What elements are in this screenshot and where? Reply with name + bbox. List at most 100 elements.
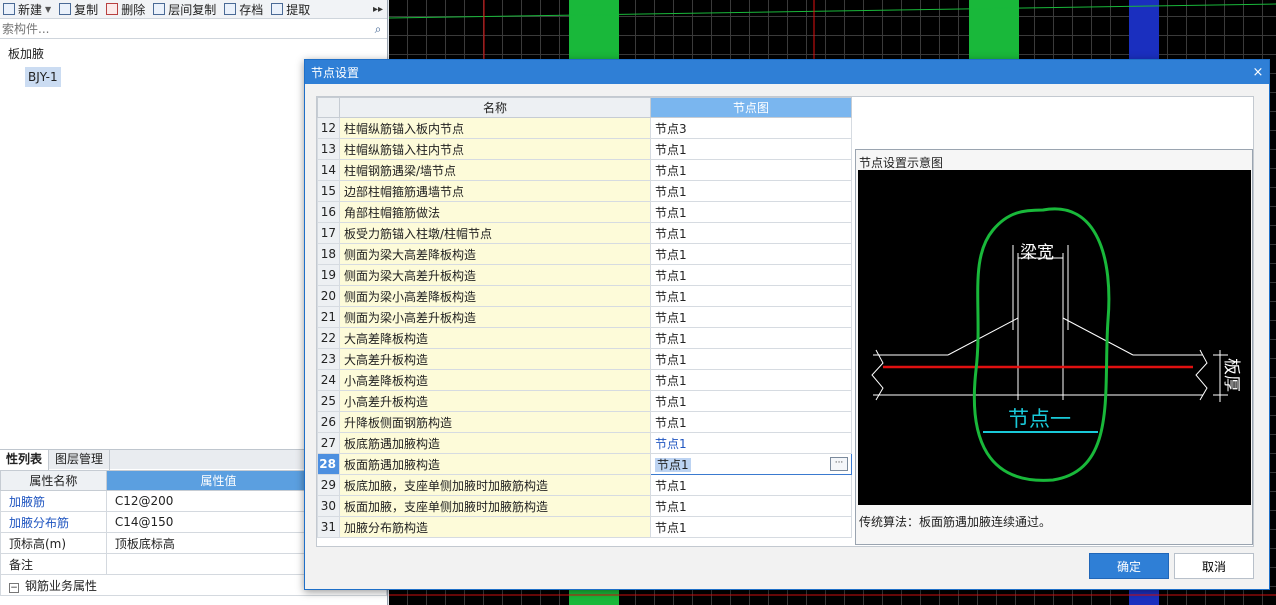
property-name: 加腋筋 bbox=[0, 490, 107, 512]
node-value-cell[interactable]: 节点1 bbox=[650, 222, 852, 244]
node-row[interactable]: 27 板底筋遇加腋构造 节点1 bbox=[317, 432, 852, 454]
node-row[interactable]: 13 柱帽纵筋锚入柱内节点 节点1 bbox=[317, 138, 852, 160]
property-value[interactable]: 顶板底标高 bbox=[105, 532, 332, 554]
row-number: 26 bbox=[317, 411, 340, 433]
node-value-cell[interactable]: 节点1 bbox=[650, 138, 852, 160]
node-name-cell: 角部柱帽箍筋做法 bbox=[339, 201, 651, 223]
node-row[interactable]: 18 侧面为梁大高差降板构造 节点1 bbox=[317, 243, 852, 265]
collapse-icon[interactable]: − bbox=[9, 582, 19, 593]
save-label: 存档 bbox=[239, 2, 264, 17]
node-name-cell: 板底加腋，支座单侧加腋时加腋筋构造 bbox=[339, 474, 651, 496]
row-number: 19 bbox=[317, 264, 340, 286]
name-column-header: 名称 bbox=[339, 97, 651, 118]
node-value-cell[interactable]: 节点1 bbox=[650, 432, 852, 454]
ok-button[interactable]: 确定 bbox=[1089, 553, 1169, 579]
node-row[interactable]: 29 板底加腋，支座单侧加腋时加腋筋构造 节点1 bbox=[317, 474, 852, 496]
node-value-cell[interactable]: 节点1 bbox=[650, 369, 852, 391]
row-number: 27 bbox=[317, 432, 340, 454]
copy-button[interactable]: 复制 bbox=[56, 0, 103, 18]
property-value[interactable] bbox=[105, 553, 332, 575]
node-value-cell[interactable]: 节点1 bbox=[650, 180, 852, 202]
node-value-cell[interactable]: 节点1 ··· bbox=[650, 453, 852, 475]
node-row[interactable]: 31 加腋分布筋构造 节点1 bbox=[317, 516, 852, 538]
node-name-cell: 加腋分布筋构造 bbox=[339, 516, 651, 538]
property-group-label: 钢筋业务属性 bbox=[25, 578, 98, 593]
row-number: 24 bbox=[317, 369, 340, 391]
search-input[interactable] bbox=[2, 22, 369, 36]
node-value-cell[interactable]: 节点1 bbox=[650, 306, 852, 328]
component-toolbar: 新建 ▼ 复制 删除 层间复制 存档 提取 ▸▸ bbox=[0, 0, 387, 19]
beam-width-label: 梁宽 bbox=[1020, 243, 1054, 263]
floor-copy-label: 层间复制 bbox=[168, 2, 217, 17]
toolbar-overflow-icon[interactable]: ▸▸ bbox=[373, 4, 387, 15]
node-row[interactable]: 24 小高差降板构造 节点1 bbox=[317, 369, 852, 391]
delete-button[interactable]: 删除 bbox=[103, 0, 150, 18]
close-icon[interactable]: × bbox=[1247, 65, 1269, 80]
property-value[interactable]: C12@200 bbox=[105, 490, 332, 512]
row-number: 31 bbox=[317, 516, 340, 538]
node-row[interactable]: 12 柱帽纵筋锚入板内节点 节点3 bbox=[317, 117, 852, 139]
node-row[interactable]: 20 侧面为梁小高差降板构造 节点1 bbox=[317, 285, 852, 307]
node-name-cell: 大高差降板构造 bbox=[339, 327, 651, 349]
node-value-cell[interactable]: 节点3 bbox=[650, 117, 852, 139]
node-value-cell[interactable]: 节点1 bbox=[650, 495, 852, 517]
node-name-cell: 侧面为梁大高差降板构造 bbox=[339, 243, 651, 265]
delete-label: 删除 bbox=[121, 2, 146, 17]
node-value-cell[interactable]: 节点1 bbox=[650, 348, 852, 370]
node-name-cell: 柱帽钢筋遇梁/墙节点 bbox=[339, 159, 651, 181]
node-value-cell[interactable]: 节点1 bbox=[650, 327, 852, 349]
node-row[interactable]: 26 升降板侧面钢筋构造 节点1 bbox=[317, 411, 852, 433]
extract-button[interactable]: 提取 bbox=[268, 0, 315, 18]
node-value-cell[interactable]: 节点1 bbox=[650, 285, 852, 307]
node-value-cell[interactable]: 节点1 bbox=[650, 201, 852, 223]
node-preview-panel: 节点设置示意图 梁宽 节点一 板厚 传统算法：板面筋遇加腋连续通过。 bbox=[855, 149, 1253, 545]
slab-thickness-label: 板厚 bbox=[1221, 358, 1241, 392]
dialog-titlebar: 节点设置 × bbox=[305, 60, 1269, 84]
tab-layer-management[interactable]: 图层管理 bbox=[49, 450, 111, 470]
node-value-cell[interactable]: 节点1 bbox=[650, 243, 852, 265]
row-number-header bbox=[317, 97, 340, 118]
node-row[interactable]: 21 侧面为梁小高差升板构造 节点1 bbox=[317, 306, 852, 328]
row-number: 23 bbox=[317, 348, 340, 370]
cancel-button[interactable]: 取消 bbox=[1174, 553, 1254, 579]
node-row[interactable]: 14 柱帽钢筋遇梁/墙节点 节点1 bbox=[317, 159, 852, 181]
row-number: 25 bbox=[317, 390, 340, 412]
node-value-cell[interactable]: 节点1 bbox=[650, 264, 852, 286]
delete-icon bbox=[106, 3, 119, 15]
node-row[interactable]: 15 边部柱帽箍筋遇墙节点 节点1 bbox=[317, 180, 852, 202]
component-search: ⌕ bbox=[0, 20, 387, 39]
node-row[interactable]: 25 小高差升板构造 节点1 bbox=[317, 390, 852, 412]
floor-copy-icon bbox=[153, 3, 166, 15]
tab-property-list[interactable]: 性列表 bbox=[0, 450, 50, 470]
node-row[interactable]: 22 大高差降板构造 节点1 bbox=[317, 327, 852, 349]
new-label: 新建 bbox=[18, 2, 43, 17]
grid-header-row: 名称 节点图 bbox=[317, 97, 852, 118]
more-options-button[interactable]: ··· bbox=[830, 457, 848, 471]
node-value-cell[interactable]: 节点1 bbox=[650, 390, 852, 412]
tree-node-component[interactable]: BJY-1 bbox=[25, 67, 61, 87]
new-button[interactable]: 新建 ▼ bbox=[0, 0, 56, 18]
floor-copy-button[interactable]: 层间复制 bbox=[150, 0, 221, 18]
tree-node-category[interactable]: 板加腋 bbox=[8, 45, 44, 62]
dialog-title: 节点设置 bbox=[311, 65, 360, 80]
node-name-cell: 板面加腋，支座单侧加腋时加腋筋构造 bbox=[339, 495, 651, 517]
search-icon[interactable]: ⌕ bbox=[369, 22, 387, 37]
node-value-cell[interactable]: 节点1 bbox=[650, 411, 852, 433]
row-number: 13 bbox=[317, 138, 340, 160]
node-name-cell: 大高差升板构造 bbox=[339, 348, 651, 370]
save-button[interactable]: 存档 bbox=[221, 0, 268, 18]
node-row[interactable]: 16 角部柱帽箍筋做法 节点1 bbox=[317, 201, 852, 223]
node-name-cell: 板面筋遇加腋构造 bbox=[339, 453, 651, 475]
node-row[interactable]: 23 大高差升板构造 节点1 bbox=[317, 348, 852, 370]
node-value-cell[interactable]: 节点1 bbox=[650, 516, 852, 538]
property-value[interactable]: C14@150 bbox=[105, 511, 332, 533]
node-row[interactable]: 30 板面加腋，支座单侧加腋时加腋筋构造 节点1 bbox=[317, 495, 852, 517]
node-row[interactable]: 28 板面筋遇加腋构造 节点1 ··· bbox=[317, 453, 852, 475]
node-row[interactable]: 19 侧面为梁大高差升板构造 节点1 bbox=[317, 264, 852, 286]
row-number: 14 bbox=[317, 159, 340, 181]
node-value-cell[interactable]: 节点1 bbox=[650, 159, 852, 181]
node-value-cell[interactable]: 节点1 bbox=[650, 474, 852, 496]
node-row[interactable]: 17 板受力筋锚入柱墩/柱帽节点 节点1 bbox=[317, 222, 852, 244]
node-name-cell: 小高差升板构造 bbox=[339, 390, 651, 412]
node-diagram-svg: 梁宽 节点一 板厚 bbox=[871, 207, 1241, 482]
